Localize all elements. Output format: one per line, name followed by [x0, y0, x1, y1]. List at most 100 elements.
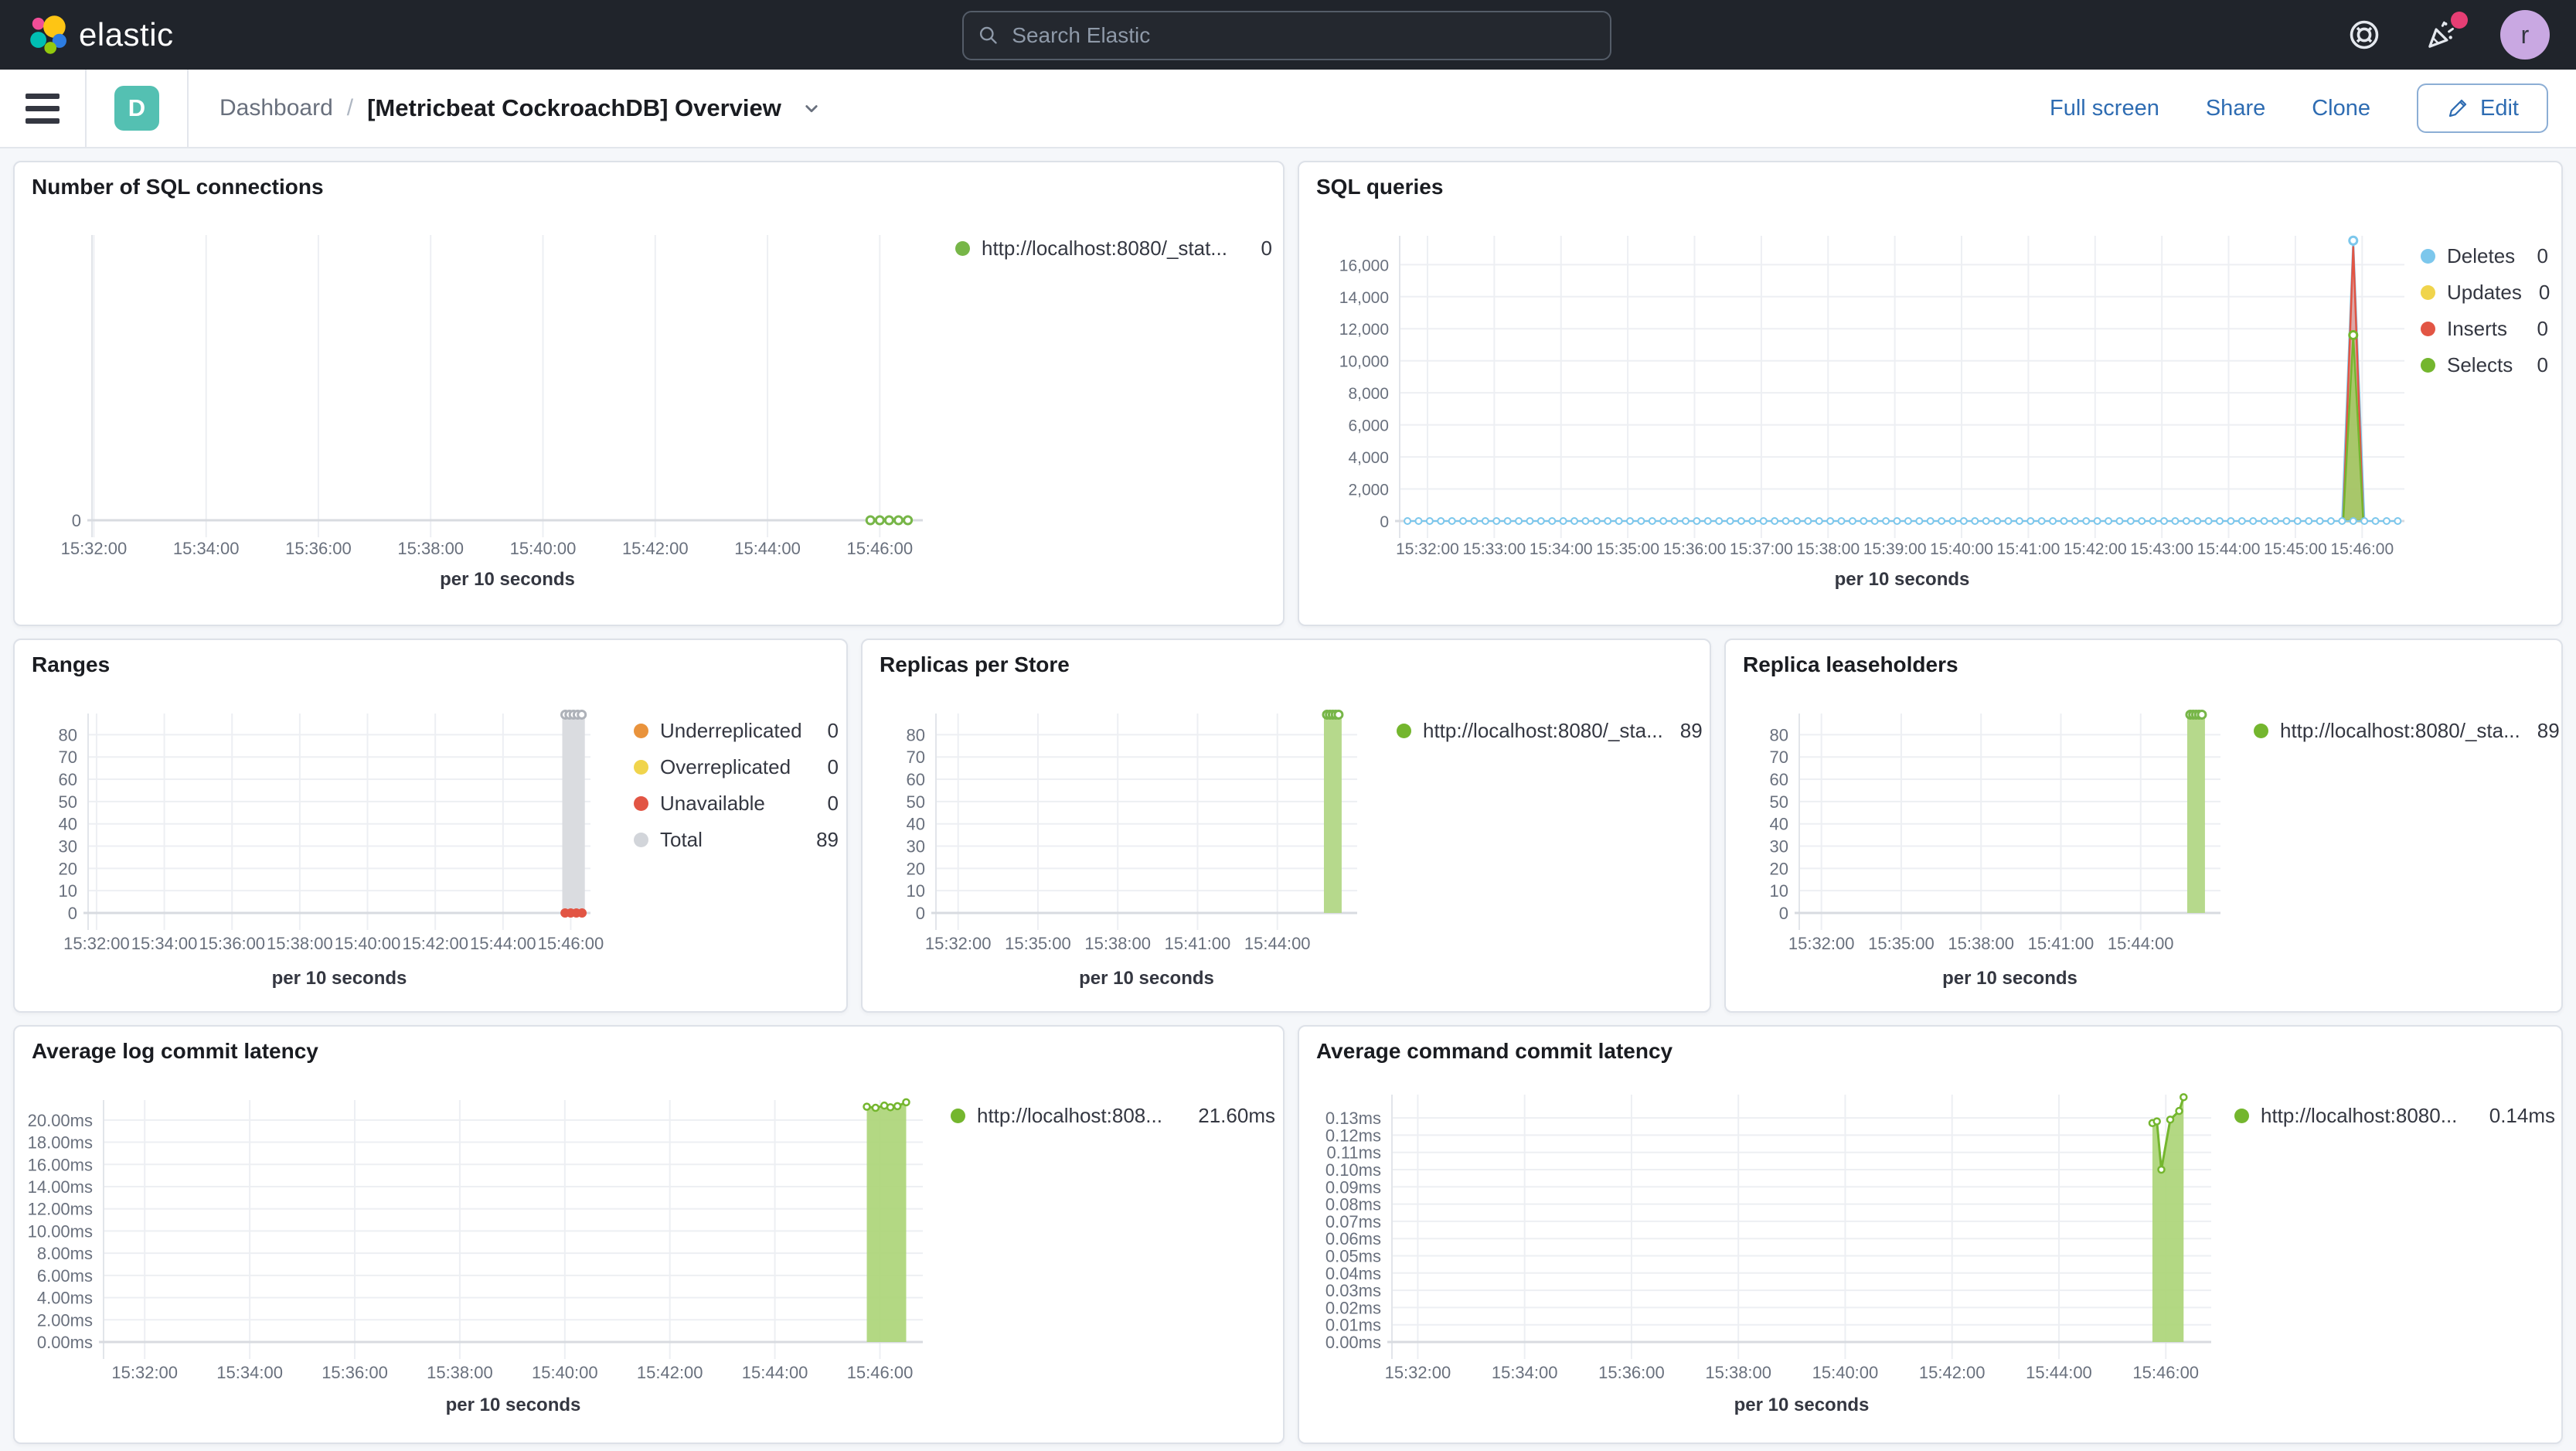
svg-text:per 10 seconds: per 10 seconds — [1734, 1395, 1870, 1415]
legend-dot-icon — [2421, 322, 2435, 336]
legend-dot-icon — [955, 241, 970, 256]
breadcrumb-separator: / — [346, 95, 354, 121]
edit-button-label: Edit — [2480, 95, 2519, 121]
svg-text:15:41:00: 15:41:00 — [1997, 540, 2060, 558]
svg-text:15:36:00: 15:36:00 — [285, 539, 352, 558]
legend-value: 89 — [1679, 719, 1703, 742]
breadcrumb-dashboard-link[interactable]: Dashboard — [219, 95, 333, 121]
legend-item[interactable]: Deletes 0 — [2421, 244, 2548, 268]
chart-log_latency[interactable]: 0.00ms 2.00ms 4.00ms 6.00ms 8.00ms 10.00ms 12.… — [15, 1027, 1286, 1446]
svg-text:50: 50 — [1770, 792, 1788, 812]
divider — [187, 70, 189, 147]
panel-leaseholders: Replica leaseholders 0 10 20 30 40 50 60 70 80 15:… — [1724, 639, 2563, 1013]
panel-replicas: Replicas per Store 0 10 20 30 40 50 60 70 80 15:32… — [861, 639, 1711, 1013]
legend-item[interactable]: Unavailable 0 — [634, 792, 839, 816]
chevron-down-icon[interactable] — [800, 97, 823, 120]
legend-item[interactable]: http://localhost:8080/_sta... 89 — [1397, 719, 1703, 743]
svg-text:15:32:00: 15:32:00 — [1788, 934, 1855, 953]
svg-text:15:40:00: 15:40:00 — [532, 1363, 598, 1382]
svg-text:15:37:00: 15:37:00 — [1730, 540, 1793, 558]
svg-text:15:38:00: 15:38:00 — [397, 539, 464, 558]
clone-button[interactable]: Clone — [2312, 96, 2370, 121]
legend-value: 21.60ms — [1198, 1104, 1275, 1127]
whats-new-icon[interactable] — [2423, 12, 2468, 53]
svg-text:15:32:00: 15:32:00 — [61, 539, 128, 558]
elastic-logo[interactable]: elastic — [26, 15, 174, 55]
panel-cmd_latency: Average command commit latency 0.00ms 0.01… — [1298, 1025, 2563, 1444]
share-button[interactable]: Share — [2206, 96, 2265, 121]
svg-text:15:34:00: 15:34:00 — [173, 539, 240, 558]
dashboard-app-badge[interactable]: D — [114, 86, 159, 131]
legend-item[interactable]: http://localhost:808... 21.60ms — [951, 1104, 1275, 1128]
legend-label: http://localhost:8080... — [2261, 1104, 2458, 1127]
toolbar: D Dashboard / [Metricbeat CockroachDB] O… — [0, 70, 2576, 148]
legend-value: 0 — [2537, 353, 2548, 376]
svg-text:70: 70 — [1770, 748, 1788, 767]
panel-title: Number of SQL connections — [32, 175, 324, 199]
panel-title: Replica leaseholders — [1743, 652, 1958, 676]
legend-label: Overreplicated — [660, 755, 791, 778]
svg-text:per 10 seconds: per 10 seconds — [1835, 569, 1970, 590]
legend-value: 89 — [816, 828, 839, 851]
svg-text:15:44:00: 15:44:00 — [734, 539, 801, 558]
svg-text:60: 60 — [907, 770, 925, 789]
search-input[interactable] — [1010, 22, 1596, 49]
svg-text:15:40:00: 15:40:00 — [510, 539, 577, 558]
svg-text:2.00ms: 2.00ms — [37, 1310, 93, 1330]
svg-text:30: 30 — [907, 837, 925, 857]
legend-dot-icon — [1397, 724, 1411, 738]
svg-text:14,000: 14,000 — [1339, 289, 1389, 307]
legend: http://localhost:8080/_sta... 89 — [1397, 719, 1703, 755]
legend-item[interactable]: Selects 0 — [2421, 353, 2548, 377]
legend-dot-icon — [951, 1109, 965, 1123]
svg-text:30: 30 — [1770, 837, 1788, 857]
legend-item[interactable]: Total 89 — [634, 828, 839, 852]
svg-text:15:39:00: 15:39:00 — [1863, 540, 1927, 558]
legend-value: 0 — [1261, 237, 1272, 260]
panel-title: Ranges — [32, 652, 111, 676]
svg-text:0.00ms: 0.00ms — [37, 1333, 93, 1352]
svg-text:15:40:00: 15:40:00 — [1930, 540, 1993, 558]
svg-text:10.00ms: 10.00ms — [28, 1221, 93, 1241]
legend-dot-icon — [2421, 358, 2435, 373]
chart-sql_queries[interactable]: 0 2,000 4,000 6,000 8,000 10,000 12,000 14,000 1… — [1299, 162, 2564, 628]
svg-text:0: 0 — [1779, 904, 1788, 923]
chart-sql_connections[interactable]: 0 15:32:00 15:34:00 15:36:00 15:38:00 15:40:0… — [15, 162, 1286, 628]
svg-text:8.00ms: 8.00ms — [37, 1244, 93, 1263]
legend-label: Unavailable — [660, 792, 765, 815]
legend-item[interactable]: http://localhost:8080/_stat... 0 — [955, 237, 1272, 261]
edit-button[interactable]: Edit — [2417, 83, 2548, 133]
chart-replicas[interactable]: 0 10 20 30 40 50 60 70 80 15:32:00 15:35:00 15:38:0… — [863, 640, 1713, 1014]
legend-item[interactable]: Overreplicated 0 — [634, 755, 839, 779]
svg-text:15:42:00: 15:42:00 — [622, 539, 689, 558]
svg-text:4,000: 4,000 — [1348, 449, 1389, 467]
legend-label: Updates — [2447, 281, 2522, 304]
svg-text:15:34:00: 15:34:00 — [1530, 540, 1593, 558]
global-search[interactable] — [962, 11, 1611, 60]
legend-dot-icon — [2421, 249, 2435, 264]
legend-value: 0 — [2537, 317, 2548, 340]
legend-item[interactable]: Inserts 0 — [2421, 317, 2548, 341]
svg-text:15:44:00: 15:44:00 — [1244, 934, 1311, 953]
svg-text:15:36:00: 15:36:00 — [1598, 1363, 1665, 1382]
legend-item[interactable]: Updates 0 — [2421, 281, 2550, 305]
svg-text:2,000: 2,000 — [1348, 482, 1389, 499]
legend-item[interactable]: Underreplicated 0 — [634, 719, 839, 743]
chart-leaseholders[interactable]: 0 10 20 30 40 50 60 70 80 15:32:00 15:35:00 15:38:0… — [1726, 640, 2564, 1014]
legend-item[interactable]: http://localhost:8080... 0.14ms — [2234, 1104, 2555, 1128]
svg-text:15:36:00: 15:36:00 — [322, 1363, 388, 1382]
top-navigation-bar: elastic Search Elastic r — [0, 0, 2576, 70]
divider — [85, 70, 87, 147]
full-screen-button[interactable]: Full screen — [2050, 96, 2159, 121]
avatar[interactable]: r — [2500, 10, 2550, 60]
menu-icon[interactable] — [0, 70, 85, 147]
legend-label: http://localhost:8080/_sta... — [2280, 719, 2520, 742]
panel-title: Average log commit latency — [32, 1039, 318, 1063]
legend-value: 0 — [2537, 244, 2548, 267]
svg-text:30: 30 — [59, 837, 77, 857]
help-icon[interactable] — [2346, 16, 2383, 53]
panel-title: SQL queries — [1316, 175, 1444, 199]
chart-cmd_latency[interactable]: 0.00ms0.01ms0.02ms0.03ms0.04ms0.05ms0.06… — [1299, 1027, 2564, 1446]
svg-text:0.07ms: 0.07ms — [1325, 1212, 1381, 1231]
legend-item[interactable]: http://localhost:8080/_sta... 89 — [2254, 719, 2560, 743]
